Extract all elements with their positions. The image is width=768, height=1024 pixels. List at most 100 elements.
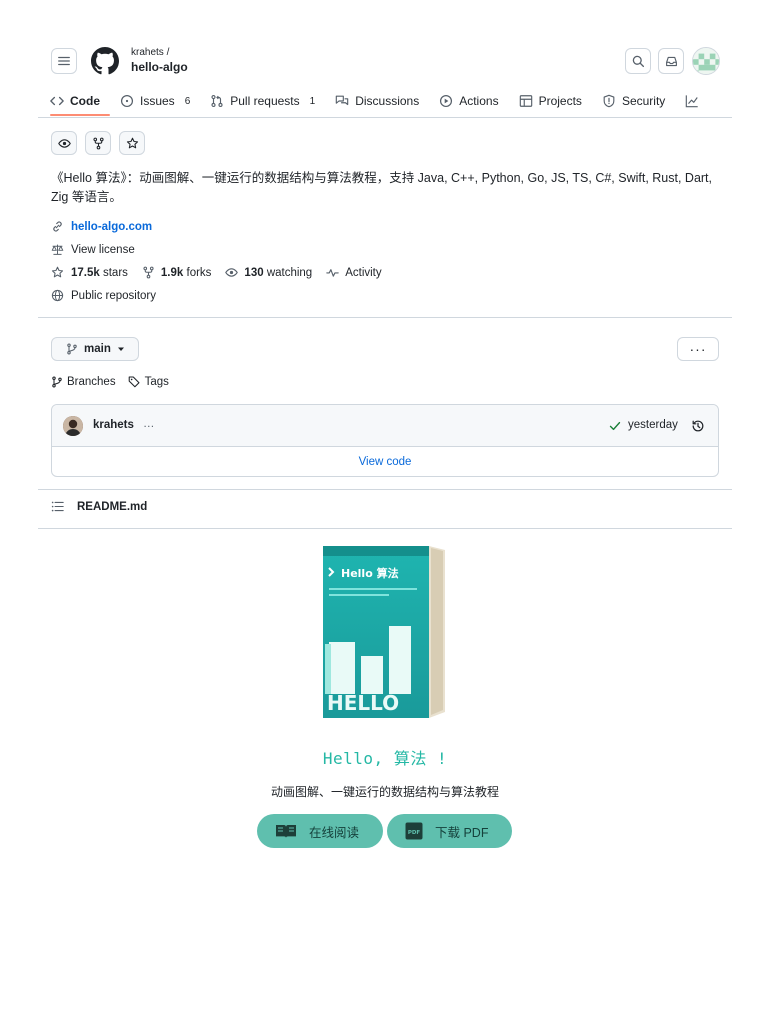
license-link[interactable]: View license bbox=[71, 244, 135, 256]
fork-button[interactable] bbox=[85, 131, 111, 155]
tab-label: Pull requests bbox=[230, 94, 300, 108]
pulse-icon bbox=[326, 269, 339, 277]
readme-filename[interactable]: README.md bbox=[77, 501, 147, 513]
tag-icon bbox=[128, 376, 140, 388]
tab-actions[interactable]: Actions bbox=[439, 89, 499, 113]
view-code-link[interactable]: View code bbox=[52, 447, 718, 477]
forks-stat[interactable]: 1.9k forks bbox=[142, 266, 211, 279]
branches-tags-row: Branches Tags bbox=[51, 375, 181, 388]
tab-code[interactable]: Code bbox=[50, 89, 100, 113]
repo-owner-link[interactable]: krahets / bbox=[131, 47, 169, 58]
page-frame: krahets / hello-algo Code Issues 6 Pull … bbox=[38, 34, 732, 1024]
watching-stat[interactable]: 130 watching bbox=[225, 266, 312, 279]
repo-description: 《Hello 算法》：动画图解、一键运行的数据结构与算法教程，支持 Java, … bbox=[51, 171, 713, 204]
git-pull-request-icon bbox=[211, 95, 223, 107]
comment-discussion-icon bbox=[335, 95, 349, 106]
repo-forked-icon bbox=[92, 137, 104, 149]
tab-label: Discussions bbox=[355, 94, 420, 108]
repo-nav: Code Issues 6 Pull requests 1 Discussion… bbox=[50, 89, 725, 113]
visibility-label: Public repository bbox=[71, 289, 157, 302]
eye-icon bbox=[225, 268, 239, 277]
code-icon bbox=[50, 96, 64, 106]
search-icon bbox=[632, 55, 644, 67]
tags-label: Tags bbox=[144, 375, 169, 388]
play-icon bbox=[440, 94, 453, 108]
book-title-text: Hello 算法 bbox=[341, 566, 399, 580]
pdf-file-icon: PDF bbox=[405, 822, 423, 840]
star-icon bbox=[51, 266, 64, 278]
book-cover-word: HELLO bbox=[327, 691, 399, 715]
commit-author-avatar[interactable] bbox=[63, 416, 83, 436]
readme-title: Hello, 算法 ! bbox=[322, 749, 448, 768]
license-row: View license bbox=[51, 243, 135, 256]
commit-author-name[interactable]: krahets bbox=[93, 419, 134, 431]
branch-selector[interactable]: main bbox=[51, 337, 139, 361]
inbox-button[interactable] bbox=[658, 48, 684, 74]
globe-icon bbox=[51, 289, 64, 302]
repo-forked-icon bbox=[143, 266, 154, 279]
stars-label: stars bbox=[102, 266, 128, 279]
tab-label: Security bbox=[621, 94, 666, 108]
graph-icon bbox=[686, 95, 699, 108]
issue-opened-icon bbox=[120, 94, 134, 108]
tab-pull-requests[interactable]: Pull requests 1 bbox=[210, 89, 315, 113]
watch-button[interactable] bbox=[51, 131, 77, 155]
search-button[interactable] bbox=[625, 48, 651, 74]
section-divider bbox=[38, 528, 732, 529]
person-avatar-icon bbox=[63, 416, 83, 436]
repo-actions bbox=[51, 131, 145, 155]
triangle-down-icon bbox=[117, 347, 124, 351]
repo-name-link[interactable]: hello-algo bbox=[131, 60, 188, 74]
download-pdf-button[interactable]: PDF 下载 PDF bbox=[387, 814, 512, 848]
inbox-icon bbox=[665, 56, 677, 66]
shield-icon bbox=[603, 94, 615, 108]
star-icon bbox=[126, 137, 138, 148]
tab-label: Actions bbox=[459, 94, 499, 108]
section-divider bbox=[38, 317, 732, 318]
hamburger-icon bbox=[58, 56, 70, 66]
more-options-button[interactable]: ··· bbox=[677, 337, 719, 361]
git-branch-icon bbox=[67, 343, 77, 355]
git-branch-icon bbox=[52, 376, 62, 387]
check-icon[interactable] bbox=[609, 420, 621, 432]
stats-row: 17.5k stars 1.9k forks 130 watching Acti… bbox=[51, 266, 382, 279]
tab-label: Issues bbox=[140, 94, 175, 108]
stars-stat[interactable]: 17.5k stars bbox=[51, 266, 128, 279]
user-avatar[interactable] bbox=[692, 47, 720, 75]
latest-commit-bar: krahets … yesterday bbox=[52, 405, 718, 447]
star-button[interactable] bbox=[119, 131, 145, 155]
table-icon bbox=[519, 95, 532, 107]
latest-commit-box: krahets … yesterday View code bbox=[51, 404, 719, 477]
tab-issues[interactable]: Issues 6 bbox=[120, 89, 190, 113]
readme-buttons: 在线阅读 PDF 下载 PDF bbox=[257, 814, 512, 848]
commit-message-expand[interactable]: … bbox=[143, 418, 155, 430]
watching-count: 130 bbox=[244, 266, 264, 279]
activity-link[interactable]: Activity bbox=[326, 266, 382, 279]
read-online-label: 在线阅读 bbox=[309, 825, 360, 840]
tags-link[interactable]: Tags bbox=[128, 375, 169, 388]
branch-name: main bbox=[84, 343, 111, 355]
tab-projects[interactable]: Projects bbox=[519, 89, 582, 113]
hamburger-menu-button[interactable] bbox=[51, 48, 77, 74]
commit-time[interactable]: yesterday bbox=[628, 419, 678, 431]
website-row: hello-algo.com bbox=[51, 220, 152, 233]
link-icon bbox=[53, 221, 62, 232]
branches-label: Branches bbox=[67, 375, 116, 388]
read-online-button[interactable]: 在线阅读 bbox=[257, 814, 383, 848]
tab-security[interactable]: Security bbox=[602, 89, 665, 113]
github-logo-icon[interactable] bbox=[91, 47, 119, 75]
forks-count: 1.9k bbox=[160, 266, 184, 279]
tab-insights[interactable] bbox=[685, 89, 705, 113]
branches-link[interactable]: Branches bbox=[51, 376, 116, 388]
history-icon[interactable] bbox=[691, 419, 705, 433]
readme-subtitle: 动画图解、一键运行的数据结构与算法教程 bbox=[270, 785, 499, 799]
tab-discussions[interactable]: Discussions bbox=[335, 89, 419, 113]
tab-label: Code bbox=[70, 94, 100, 108]
eye-icon bbox=[57, 138, 71, 148]
pull-requests-count-badge: 1 bbox=[309, 95, 316, 107]
section-divider bbox=[38, 489, 732, 490]
list-unordered-icon[interactable] bbox=[51, 500, 64, 513]
website-link[interactable]: hello-algo.com bbox=[71, 221, 152, 233]
book-cover-image: Hello 算法 HELLO bbox=[323, 546, 445, 718]
readme-header: README.md bbox=[51, 500, 147, 513]
